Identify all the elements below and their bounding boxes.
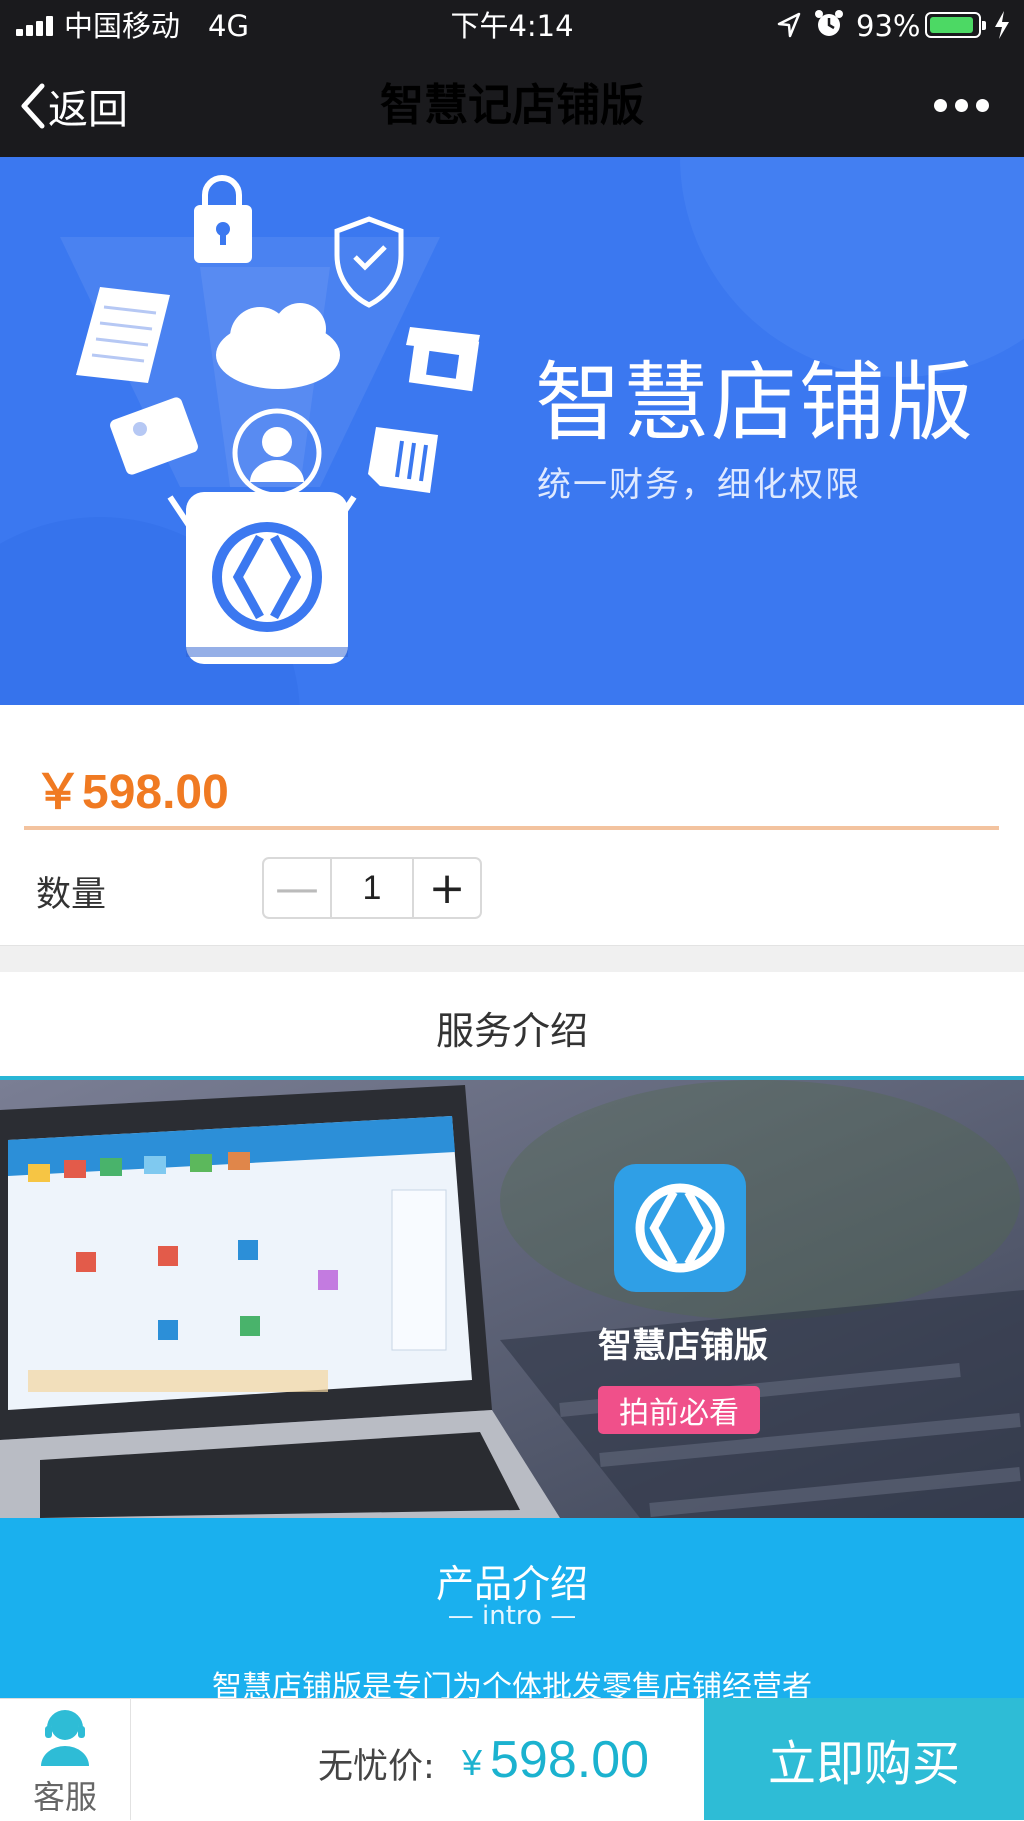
banner-subtitle: 统一财务，细化权限 xyxy=(537,465,861,505)
more-options-button[interactable] xyxy=(926,90,996,120)
product-banner: 智慧店铺版 统一财务，细化权限 xyxy=(0,157,1024,705)
bottom-price-label: 无忧价: xyxy=(318,1747,435,1787)
service-section-title: 服务介绍 xyxy=(435,1009,588,1053)
location-arrow-icon xyxy=(777,12,801,38)
quantity-stepper[interactable]: — 1 + xyxy=(262,857,482,919)
decrease-quantity-button[interactable]: — xyxy=(264,859,332,917)
battery-percent: 93% xyxy=(856,9,921,43)
intro-title: 产品介绍 xyxy=(435,1562,588,1606)
section-divider xyxy=(0,945,1024,972)
alarm-icon xyxy=(815,10,843,36)
banner-title: 智慧店铺版 xyxy=(535,353,975,453)
laptop-illustration xyxy=(0,1080,1024,1518)
intro-subtitle: — intro — xyxy=(447,1601,577,1631)
quantity-value[interactable]: 1 xyxy=(332,859,412,917)
lock-icon xyxy=(194,175,252,263)
app-box-icon xyxy=(167,492,357,664)
customer-service-label: 客服 xyxy=(32,1778,97,1816)
back-button[interactable]: 返回 xyxy=(18,76,128,136)
bottom-price-value: 598.00 xyxy=(490,1731,650,1789)
chevron-left-icon xyxy=(21,83,45,129)
battery-fill xyxy=(930,17,973,33)
increase-quantity-button[interactable]: + xyxy=(412,859,480,917)
promo-title: 智慧店铺版 xyxy=(598,1326,768,1366)
charging-bolt-icon xyxy=(995,11,1009,39)
memory-card-icon xyxy=(368,427,438,493)
product-price: ￥598.00 xyxy=(34,766,229,819)
customer-service-icon xyxy=(41,1710,89,1766)
promo-tag-button[interactable]: 拍前必看 xyxy=(598,1386,760,1434)
battery-icon xyxy=(925,12,986,38)
quantity-label: 数量 xyxy=(36,875,107,915)
store-icon xyxy=(406,327,480,392)
bottom-price-currency: ¥ xyxy=(462,1742,483,1783)
promo-image[interactable] xyxy=(0,1080,1024,1518)
back-label: 返回 xyxy=(48,87,128,133)
price-divider xyxy=(24,826,999,830)
buy-now-button[interactable]: 立即购买 xyxy=(704,1698,1024,1820)
